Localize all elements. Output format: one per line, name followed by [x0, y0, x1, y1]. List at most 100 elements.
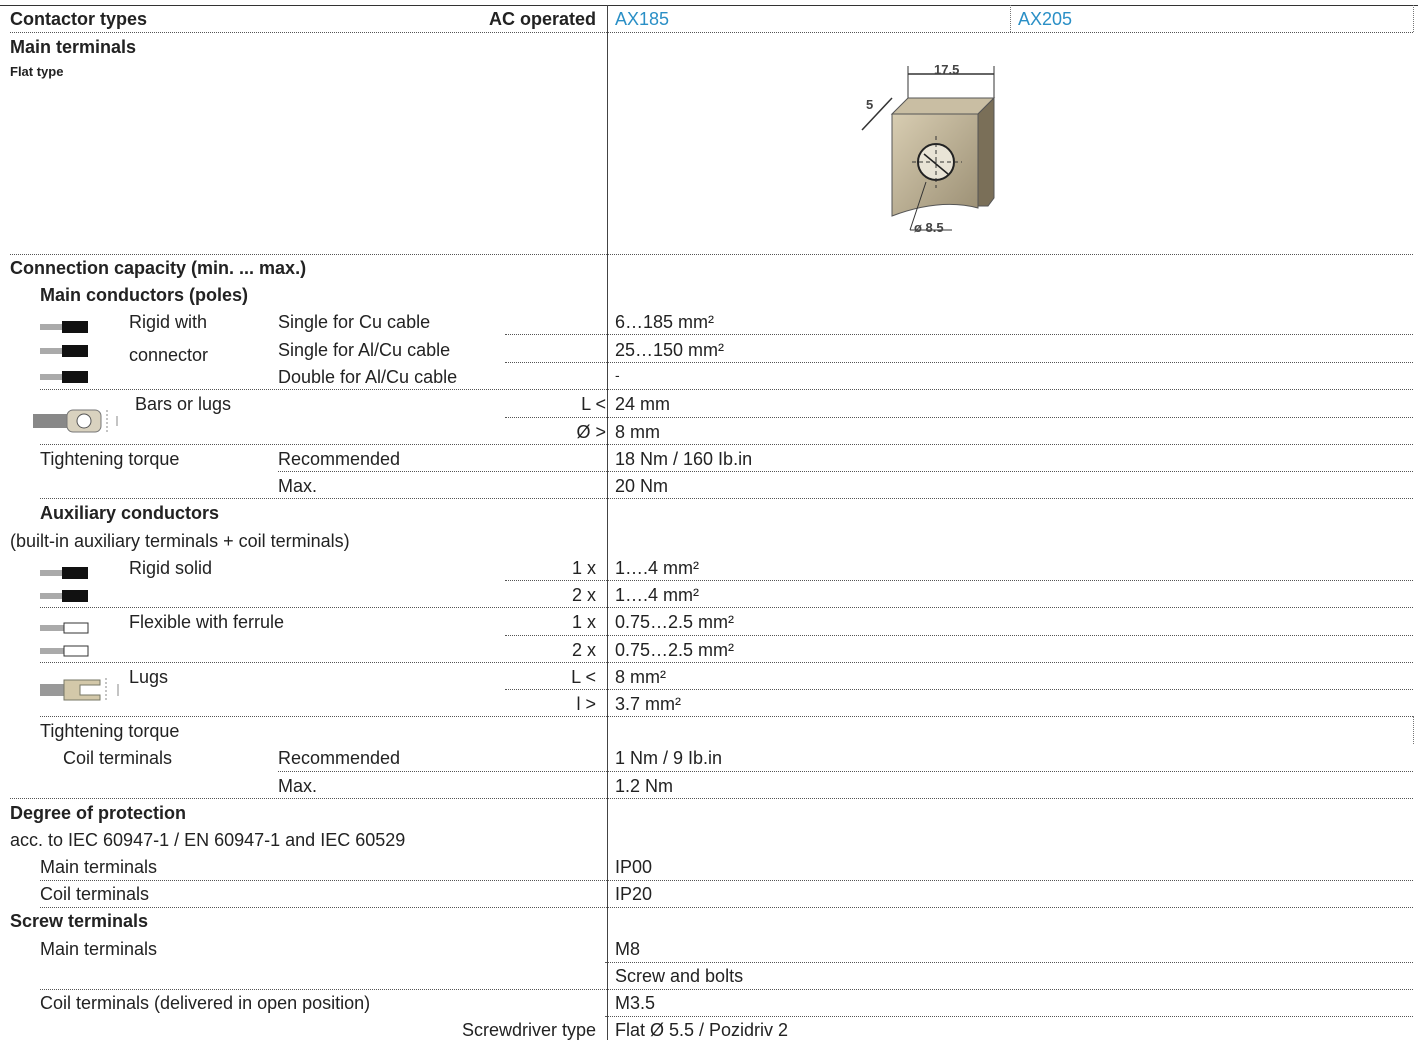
flexible-2x-value: 0.75…2.5 mm²	[615, 640, 735, 660]
rigid-solid-1x: 1 x	[571, 558, 596, 578]
screw-main-value-1: M8	[615, 939, 641, 959]
flat-terminal-drawing	[861, 66, 996, 231]
rigid-solid-label: Rigid solid	[129, 558, 213, 578]
single-cu-label: Single for Cu cable	[278, 312, 431, 332]
rigid-solid-icon	[40, 567, 88, 602]
l-less-label: L <	[581, 394, 606, 414]
right-border	[1413, 5, 1414, 32]
drawing-hole-dim: ø 8.5	[914, 220, 944, 235]
rigid-solid-2x: 2 x	[571, 585, 596, 605]
d-greater-value: 8 mm	[615, 422, 660, 442]
single-alcu-label: Single for Al/Cu cable	[278, 340, 451, 360]
ac-operated-label: AC operated	[488, 9, 596, 29]
rigid-cable-icon	[40, 321, 88, 383]
protection-main-value: IP00	[615, 857, 653, 877]
lugs-l-label: L <	[571, 667, 596, 687]
rule	[40, 498, 1413, 499]
rule	[10, 254, 1413, 255]
bar-lug-icon	[33, 409, 118, 433]
single-alcu-value: 25…150 mm²	[615, 340, 725, 360]
connection-capacity-title: Connection capacity (min. ... max.)	[10, 258, 307, 278]
rule	[605, 1016, 1413, 1017]
rule	[605, 962, 1413, 963]
l-less-value: 24 mm	[615, 394, 671, 414]
ferrule-cable-icon	[40, 622, 89, 657]
flat-type-label: Flat type	[10, 64, 64, 79]
screw-main-terminals-label: Main terminals	[40, 939, 158, 959]
lugs-l-value: 8 mm²	[615, 667, 666, 687]
column-divider	[607, 5, 608, 1040]
main-conductors-title: Main conductors (poles)	[40, 285, 249, 305]
rule	[505, 417, 1413, 418]
auxiliary-conductors-title: Auxiliary conductors	[40, 503, 220, 523]
single-cu-value: 6…185 mm²	[615, 312, 715, 332]
lugs-i-label: l >	[576, 694, 596, 714]
double-alcu-value: -	[615, 367, 620, 383]
recommended-label: Recommended	[278, 449, 401, 469]
column-header-ax185: AX185	[615, 9, 670, 29]
main-terminals-title: Main terminals	[10, 37, 137, 57]
contactor-types-label: Contactor types	[10, 9, 148, 29]
d-greater-label: Ø >	[576, 422, 606, 442]
column-header-ax205: AX205	[1018, 9, 1073, 29]
rule	[505, 334, 1413, 335]
bars-or-lugs-label: Bars or lugs	[135, 394, 232, 414]
rule	[40, 607, 1413, 608]
rule	[505, 689, 1413, 690]
rule	[40, 716, 1413, 717]
flexible-1x: 1 x	[571, 612, 596, 632]
rigid-solid-2x-value: 1….4 mm²	[615, 585, 700, 605]
column-divider-2	[1010, 5, 1011, 32]
flexible-1x-value: 0.75…2.5 mm²	[615, 612, 735, 632]
screw-coil-terminals-label: Coil terminals (delivered in open positi…	[40, 993, 371, 1013]
rule	[505, 362, 1413, 363]
rule	[40, 907, 1413, 908]
aux-max-value: 1.2 Nm	[615, 776, 674, 796]
flexible-ferrule-label: Flexible with ferrule	[129, 612, 285, 632]
rule	[278, 771, 1413, 772]
protection-standard: acc. to IEC 60947-1 / EN 60947-1 and IEC…	[10, 830, 406, 850]
screwdriver-type-label: Screwdriver type	[461, 1020, 596, 1040]
protection-title: Degree of protection	[10, 803, 187, 823]
aux-recommended-value: 1 Nm / 9 Ib.in	[615, 748, 723, 768]
tightening-torque-label: Tightening torque	[40, 449, 180, 469]
screw-main-value-2: Screw and bolts	[615, 966, 744, 986]
connector-label: connector	[129, 345, 209, 365]
lugs-i-value: 3.7 mm²	[615, 694, 682, 714]
drawing-thickness-dim: 5	[866, 97, 874, 112]
protection-coil-value: IP20	[615, 884, 653, 904]
rigid-with-label: Rigid with	[129, 312, 208, 332]
rule	[278, 471, 1413, 472]
rule	[10, 32, 1413, 33]
rule	[40, 389, 1413, 390]
rigid-solid-1x-value: 1….4 mm²	[615, 558, 700, 578]
double-alcu-label: Double for Al/Cu cable	[278, 367, 458, 387]
spec-table: Contactor types AC operated AX185 AX205 …	[0, 0, 1418, 1040]
lugs-label: Lugs	[129, 667, 169, 687]
max-value: 20 Nm	[615, 476, 669, 496]
right-border	[1413, 716, 1414, 744]
aux-coil-terminals-label: Coil terminals	[63, 748, 173, 768]
drawing-width-dim: 17.5	[934, 62, 960, 77]
screwdriver-type-value: Flat Ø 5.5 / Pozidriv 2	[615, 1020, 789, 1040]
rule	[40, 662, 1413, 663]
rule	[10, 798, 1413, 799]
top-rule	[0, 5, 1418, 6]
flexible-2x: 2 x	[571, 640, 596, 660]
fork-lug-icon	[40, 678, 119, 702]
screw-coil-value: M3.5	[615, 993, 656, 1013]
rule	[40, 989, 1413, 990]
screw-terminals-title: Screw terminals	[10, 911, 149, 931]
aux-max-label: Max.	[278, 776, 318, 796]
rule	[40, 880, 1413, 881]
protection-coil-terminals-label: Coil terminals	[40, 884, 150, 904]
protection-main-terminals-label: Main terminals	[40, 857, 158, 877]
rule	[505, 580, 1413, 581]
rule	[40, 444, 1413, 445]
aux-tightening-torque-label: Tightening torque	[40, 721, 180, 741]
auxiliary-subtitle: (built-in auxiliary terminals + coil ter…	[10, 531, 350, 551]
rule	[505, 635, 1413, 636]
recommended-value: 18 Nm / 160 Ib.in	[615, 449, 753, 469]
max-label: Max.	[278, 476, 318, 496]
aux-recommended-label: Recommended	[278, 748, 401, 768]
